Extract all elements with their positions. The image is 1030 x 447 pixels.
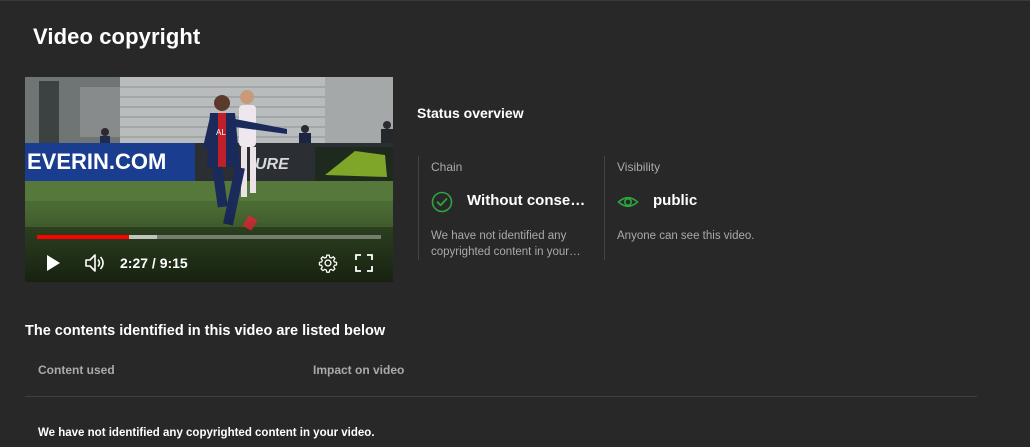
visibility-status-card: Visibility public Anyone can see this vi… xyxy=(604,156,791,260)
progress-played xyxy=(37,235,130,239)
visibility-label: Visibility xyxy=(617,160,661,174)
volume-button[interactable] xyxy=(83,252,107,274)
chain-value: Without consequences xyxy=(467,192,591,209)
contents-heading: The contents identified in this video ar… xyxy=(25,323,386,339)
chain-description: We have not identified any copyrighted c… xyxy=(431,230,570,258)
video-player[interactable]: EVERIN.COM URE AL 2:27 / 9:15 xyxy=(25,77,393,282)
play-icon xyxy=(47,255,60,271)
settings-button[interactable] xyxy=(317,252,339,274)
table-divider xyxy=(25,396,977,397)
column-header-impact: Impact on video xyxy=(313,363,405,377)
jersey-text: AL xyxy=(216,128,226,137)
chain-status-card: Chain Without consequences We have not i… xyxy=(418,156,605,260)
eye-icon xyxy=(617,196,639,208)
column-header-content-used: Content used xyxy=(38,363,115,377)
progress-bar[interactable] xyxy=(37,235,381,239)
gear-icon xyxy=(318,254,338,273)
status-overview-title: Status overview xyxy=(417,105,524,121)
dialog-title: Video copyright xyxy=(33,24,201,49)
time-display: 2:27 / 9:15 xyxy=(120,255,188,271)
fullscreen-icon xyxy=(355,254,373,272)
visibility-value: public xyxy=(653,192,698,209)
fullscreen-button[interactable] xyxy=(353,252,375,274)
volume-icon xyxy=(85,254,104,272)
visibility-description: Anyone can see this video. xyxy=(617,230,755,242)
top-divider xyxy=(0,0,1030,1)
play-button[interactable] xyxy=(42,252,64,274)
ad-board-text: EVERIN.COM xyxy=(27,149,166,174)
chain-label: Chain xyxy=(431,160,463,174)
empty-table-message: We have not identified any copyrighted c… xyxy=(38,427,375,439)
ad-board-text-2: URE xyxy=(255,156,290,173)
check-circle-icon xyxy=(431,191,453,213)
